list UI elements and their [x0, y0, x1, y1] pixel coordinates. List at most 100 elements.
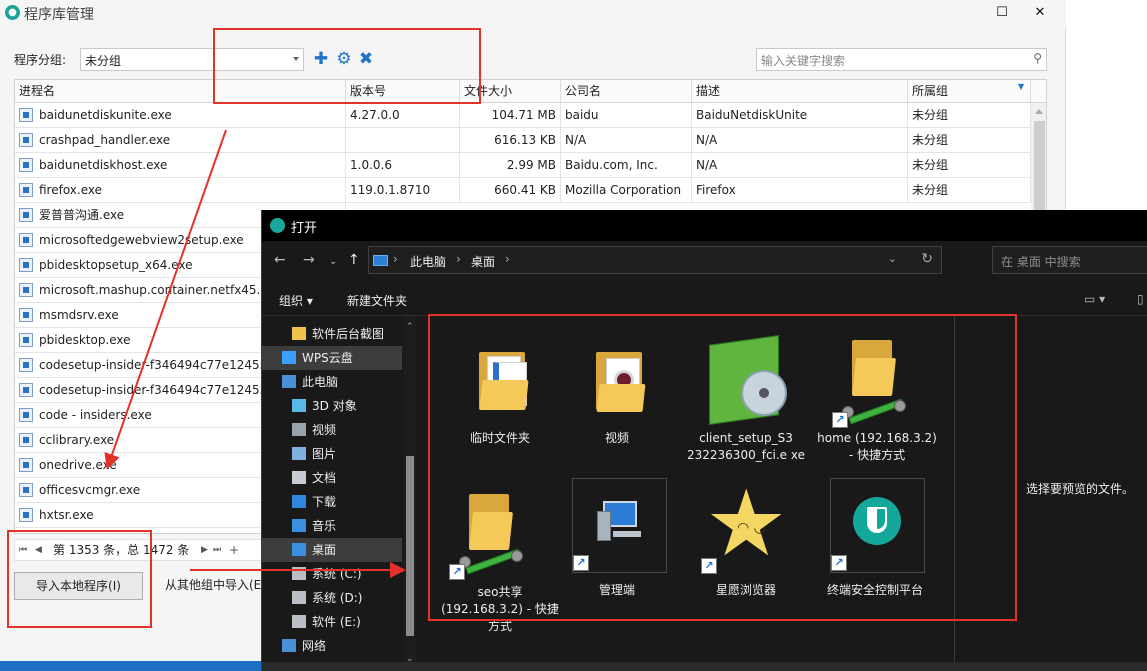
cell-text: baidu — [565, 108, 599, 122]
nav-item-label: 音乐 — [312, 519, 337, 533]
table-cell-group: 未分组 — [908, 128, 1031, 153]
table-cell-desc: BaiduNetdiskUnite — [692, 103, 908, 128]
search-input[interactable]: 输入关键字搜索 ⚲ — [756, 48, 1047, 71]
scrollbar-thumb[interactable] — [406, 456, 414, 636]
cell-text: 2.99 MB — [506, 158, 556, 172]
nav-item-label: 3D 对象 — [312, 399, 357, 413]
program-icon — [19, 183, 33, 197]
cell-text: firefox.exe — [39, 183, 103, 197]
program-icon — [19, 108, 33, 122]
cell-text: 爱普普沟通.exe — [39, 208, 125, 222]
breadcrumb-desktop[interactable]: 桌面 — [471, 253, 495, 270]
nav-item[interactable]: 软件后台截图 — [262, 322, 402, 346]
cell-text: 未分组 — [912, 158, 949, 172]
add-row-icon[interactable]: + — [229, 540, 239, 561]
annotation-box-toolbar — [213, 28, 481, 104]
table-cell-company: Baidu.com, Inc. — [561, 153, 692, 178]
table-cell-desc: N/A — [692, 128, 908, 153]
column-header-company[interactable]: 公司名 — [561, 80, 692, 103]
new-folder-button[interactable]: 新建文件夹 — [347, 292, 407, 309]
nav-item-label: 网络 — [302, 639, 327, 653]
nav-item-label: 此电脑 — [302, 375, 339, 389]
table-row[interactable]: crashpad_handler.exe 616.13 KB N/A N/A 未分组 — [15, 128, 1031, 153]
table-row[interactable]: baidunetdiskhost.exe 1.0.0.6 2.99 MB Baidu.… — [15, 153, 1031, 178]
cell-text: 未分组 — [912, 108, 949, 122]
preview-pane-text: 选择要预览的文件。 — [1026, 482, 1135, 496]
music-icon — [292, 519, 306, 532]
nav-item[interactable]: 系统 (C:) — [262, 562, 402, 586]
program-icon — [19, 408, 33, 422]
scroll-up-icon[interactable]: ⌃ — [406, 322, 414, 332]
organize-button[interactable]: 组织 ▾ — [279, 292, 313, 309]
table-cell-group: 未分组 — [908, 103, 1031, 128]
nav-item-label: 软件 (E:) — [312, 615, 361, 629]
nav-item[interactable]: 音乐 — [262, 514, 402, 538]
filter-icon[interactable]: ▼ — [1018, 82, 1024, 91]
recent-locations-icon[interactable]: ⌄ — [329, 256, 337, 267]
computer-icon — [282, 375, 296, 388]
program-icon — [19, 333, 33, 347]
refresh-icon[interactable]: ↻ — [921, 251, 933, 267]
table-row[interactable]: baidunetdiskunite.exe 4.27.0.0 104.71 MB ba… — [15, 103, 1031, 128]
back-icon[interactable]: ← — [274, 252, 286, 268]
dialog-search-input[interactable]: 在 桌面 中搜索 — [992, 246, 1147, 274]
dialog-title-bar: 打开 — [262, 210, 1147, 241]
table-row[interactable]: firefox.exe 119.0.1.8710 660.41 KB Mozilla … — [15, 178, 1031, 203]
cell-text: BaiduNetdiskUnite — [696, 108, 808, 122]
table-cell-group: 未分组 — [908, 178, 1031, 203]
table-cell-company: Mozilla Corporation — [561, 178, 692, 203]
cloud-icon — [282, 351, 296, 364]
nav-item-label: WPS云盘 — [302, 351, 353, 365]
cell-text: 616.13 KB — [494, 133, 556, 147]
nav-item[interactable]: 软件 (E:) — [262, 610, 402, 634]
folder-icon — [292, 327, 306, 340]
forward-icon[interactable]: → — [303, 252, 315, 268]
view-options-icon[interactable]: ▭ ▾ — [1084, 292, 1105, 306]
nav-item[interactable]: 视频 — [262, 418, 402, 442]
nav-item[interactable]: 桌面 — [262, 538, 402, 562]
table-cell-desc: N/A — [692, 153, 908, 178]
address-bar[interactable]: › 此电脑 › 桌面 › ⌄ ↻ — [368, 246, 942, 274]
preview-pane-icon[interactable]: ▯ — [1137, 292, 1144, 306]
nav-item[interactable]: 系统 (D:) — [262, 586, 402, 610]
document-icon — [292, 471, 306, 484]
nav-item[interactable]: WPS云盘 — [262, 346, 402, 370]
drive-icon — [292, 567, 306, 580]
nav-item-label: 视频 — [312, 423, 337, 437]
next-page-icon[interactable]: ▶ — [201, 540, 208, 561]
scroll-up-icon[interactable] — [1035, 109, 1043, 114]
nav-item[interactable]: 图片 — [262, 442, 402, 466]
breadcrumb-this-pc[interactable]: 此电脑 — [410, 253, 446, 270]
app-logo-icon: ● — [5, 5, 20, 20]
program-icon — [19, 358, 33, 372]
navigation-pane: 软件后台截图 WPS云盘此电脑 3D 对象视频图片 文档 下载音乐桌面 系统 (C:) 系统… — [262, 316, 418, 671]
nav-item[interactable]: 3D 对象 — [262, 394, 402, 418]
cell-text: 未分组 — [912, 133, 949, 147]
search-icon[interactable]: ⚲ — [1033, 51, 1042, 65]
navigation-scrollbar[interactable]: ⌃ ⌄ — [403, 316, 417, 671]
column-header-group[interactable]: 所属组 — [908, 80, 1031, 103]
cell-text: 119.0.1.8710 — [350, 183, 431, 197]
chevron-down-icon[interactable]: ⌄ — [888, 252, 897, 265]
computer-icon — [373, 255, 388, 266]
nav-item[interactable]: 此电脑 — [262, 370, 402, 394]
column-header-description[interactable]: 描述 — [692, 80, 908, 103]
scrollbar-thumb[interactable] — [1034, 121, 1045, 211]
cell-text: baidunetdiskhost.exe — [39, 158, 168, 172]
cell-text: pbidesktopsetup_x64.exe — [39, 258, 193, 272]
nav-item[interactable]: 网络 — [262, 634, 402, 658]
close-button[interactable]: ✕ — [1030, 4, 1050, 22]
nav-item[interactable]: 下载 — [262, 490, 402, 514]
dialog-title: 打开 — [291, 221, 318, 236]
table-cell-name: crashpad_handler.exe — [15, 128, 346, 153]
annotation-box-import — [7, 530, 152, 628]
nav-item[interactable]: 文档 — [262, 466, 402, 490]
cell-text: microsoft.mashup.container.netfx45.exe — [39, 283, 282, 297]
import-other-button[interactable]: 从其他组中导入(E) — [153, 572, 263, 600]
network-icon — [282, 639, 296, 652]
last-page-icon[interactable]: ⏭ — [213, 540, 221, 561]
up-icon[interactable]: ↑ — [348, 252, 360, 268]
maximize-button[interactable]: ☐ — [992, 4, 1012, 22]
table-cell-company: N/A — [561, 128, 692, 153]
cell-text: Baidu.com, Inc. — [565, 158, 658, 172]
